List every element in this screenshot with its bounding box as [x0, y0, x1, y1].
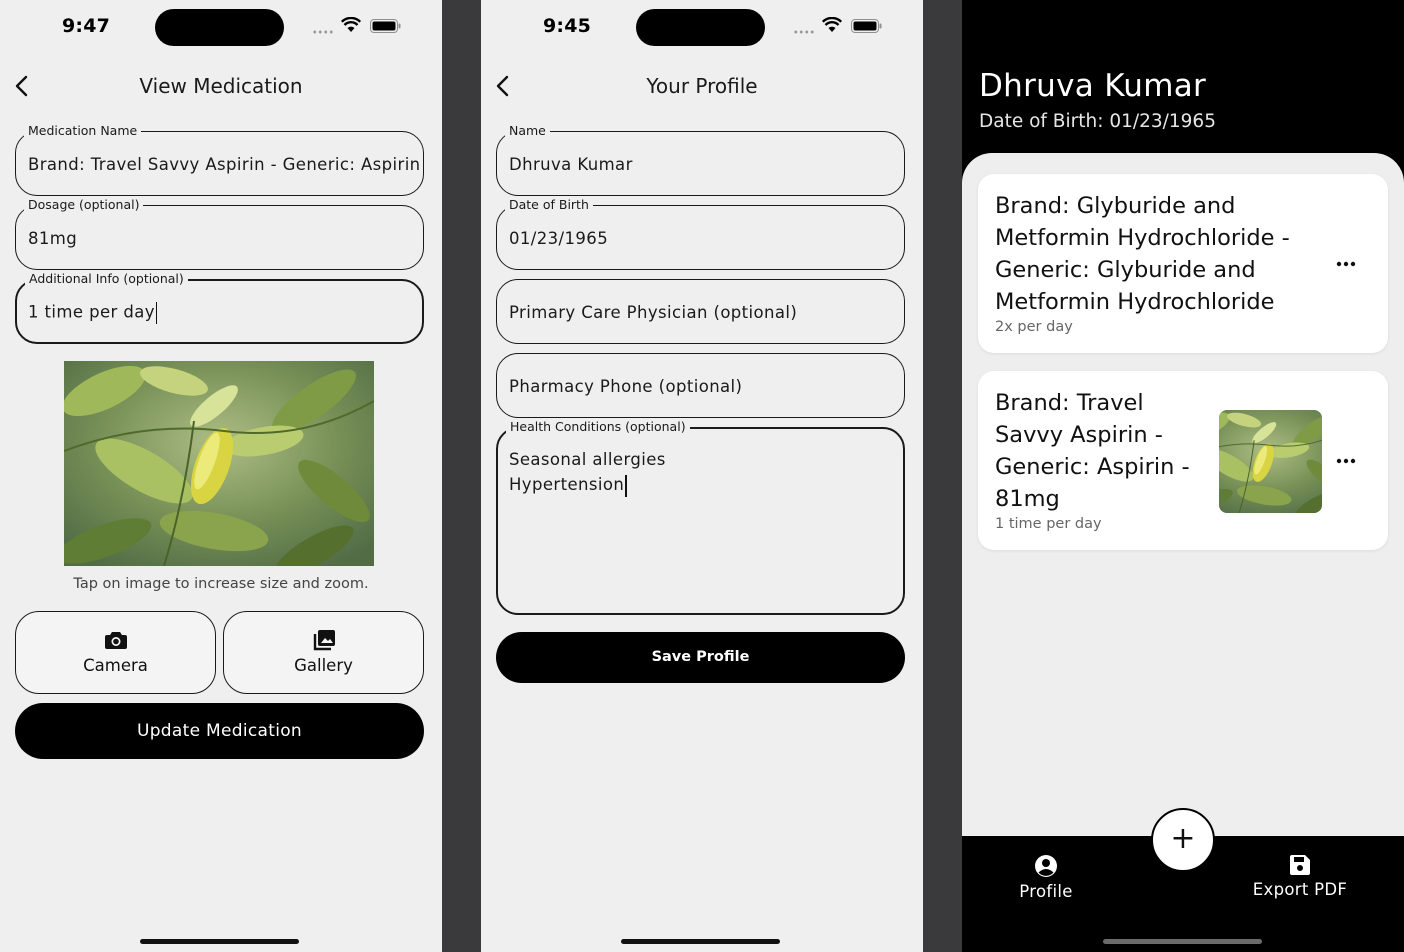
- medication-name-label: Medication Name: [24, 123, 142, 139]
- title-line: Brand: Glyburide and: [995, 193, 1236, 219]
- title-line: Brand: Travel: [995, 390, 1144, 416]
- medication-card[interactable]: Brand: Glyburide and Metformin Hydrochlo…: [978, 174, 1388, 353]
- dob-field[interactable]: Date of Birth 01/23/1965: [496, 197, 905, 270]
- medication-name-value: Brand: Travel Savvy Aspirin - Generic: A…: [28, 155, 421, 174]
- medication-frequency: 1 time per day: [995, 516, 1102, 532]
- medication-card-title: Brand: Travel Savvy Aspirin - Generic: A…: [995, 387, 1190, 515]
- health-conditions-label: Health Conditions (optional): [506, 419, 690, 435]
- camera-icon: [105, 632, 127, 649]
- wifi-icon: [341, 17, 361, 32]
- status-bar: 9:45: [481, 0, 923, 54]
- additional-info-field[interactable]: Additional Info (optional) 1 time per da…: [15, 271, 424, 344]
- profile-screen: 9:45 Your Profile Name Dhruva Kumar Date…: [481, 0, 923, 952]
- dosage-label: Dosage (optional): [24, 197, 144, 213]
- text-caret: [625, 474, 627, 497]
- title-line: Generic: Aspirin -: [995, 454, 1190, 480]
- tab-export-label: Export PDF: [1252, 880, 1348, 899]
- camera-label: Camera: [83, 656, 148, 675]
- title-line: Savvy Aspirin -: [995, 422, 1163, 448]
- title-line: Metformin Hydrochloride: [995, 289, 1275, 315]
- dosage-field[interactable]: Dosage (optional) 81mg: [15, 197, 424, 270]
- battery-icon: [851, 19, 882, 33]
- health-condition-line: Hypertension: [509, 475, 625, 494]
- health-conditions-field[interactable]: Health Conditions (optional) Seasonal al…: [496, 419, 905, 615]
- leaf-photo-image: [64, 361, 374, 566]
- health-conditions-value: Seasonal allergies Hypertension: [509, 447, 666, 497]
- account-circle-icon: [1035, 855, 1057, 877]
- health-condition-line-wrap: Hypertension: [509, 472, 666, 497]
- medication-frequency: 2x per day: [995, 319, 1073, 335]
- tab-export-pdf[interactable]: Export PDF: [1230, 854, 1370, 899]
- update-medication-button[interactable]: Update Medication: [15, 703, 424, 759]
- dob-value: 01/23/1965: [509, 229, 609, 248]
- pharmacy-phone-field[interactable]: Pharmacy Phone (optional): [496, 353, 905, 418]
- text-caret: [155, 302, 158, 324]
- page-title: Your Profile: [646, 74, 758, 98]
- status-bar: 9:47: [0, 0, 442, 54]
- pharmacy-phone-placeholder: Pharmacy Phone (optional): [509, 377, 743, 396]
- home-indicator: [140, 939, 299, 944]
- view-medication-screen: 9:47 View Medication Medication Name Bra…: [0, 0, 442, 952]
- home-indicator: [1103, 939, 1262, 944]
- additional-info-label: Additional Info (optional): [25, 271, 188, 287]
- medication-list-screen: Dhruva Kumar Date of Birth: 01/23/1965 B…: [962, 0, 1404, 952]
- name-label: Name: [505, 123, 550, 139]
- save-icon: [1290, 855, 1310, 875]
- gallery-icon: [313, 630, 335, 651]
- wifi-icon: [822, 17, 842, 32]
- dynamic-island: [636, 9, 765, 46]
- gallery-label: Gallery: [294, 656, 353, 675]
- battery-icon: [370, 19, 401, 33]
- medication-name-field[interactable]: Medication Name Brand: Travel Savvy Aspi…: [15, 123, 424, 196]
- medication-card-title: Brand: Glyburide and Metformin Hydrochlo…: [995, 190, 1290, 318]
- medication-photo[interactable]: [64, 361, 374, 566]
- status-time: 9:45: [543, 15, 592, 37]
- add-medication-button[interactable]: +: [1151, 808, 1215, 872]
- image-hint-text: Tap on image to increase size and zoom.: [73, 576, 369, 592]
- save-profile-button[interactable]: Save Profile: [496, 632, 905, 683]
- tab-profile-label: Profile: [1019, 882, 1073, 901]
- title-line: Metformin Hydrochloride -: [995, 225, 1290, 251]
- status-time: 9:47: [62, 15, 111, 37]
- tab-profile[interactable]: Profile: [976, 854, 1116, 901]
- gallery-button[interactable]: Gallery: [223, 611, 424, 694]
- additional-info-value-wrap: 1 time per day: [28, 302, 158, 324]
- leaf-photo-image: [1219, 410, 1322, 513]
- nav-bar: View Medication: [0, 66, 442, 106]
- home-indicator: [621, 939, 780, 944]
- dosage-value: 81mg: [28, 229, 78, 248]
- page-title: View Medication: [139, 74, 303, 98]
- more-options-icon[interactable]: [1336, 261, 1356, 267]
- more-options-icon[interactable]: [1336, 458, 1356, 464]
- signal-icon: [793, 30, 815, 34]
- profile-name: Dhruva Kumar: [979, 68, 1207, 104]
- title-line: 81mg: [995, 486, 1060, 512]
- additional-info-value: 1 time per day: [28, 302, 155, 322]
- dob-label: Date of Birth: [505, 197, 593, 213]
- camera-button[interactable]: Camera: [15, 611, 216, 694]
- pcp-field[interactable]: Primary Care Physician (optional): [496, 279, 905, 344]
- name-field[interactable]: Name Dhruva Kumar: [496, 123, 905, 196]
- pcp-placeholder: Primary Care Physician (optional): [509, 303, 798, 322]
- dynamic-island: [155, 9, 284, 46]
- medication-card[interactable]: Brand: Travel Savvy Aspirin - Generic: A…: [978, 371, 1388, 550]
- name-value: Dhruva Kumar: [509, 155, 633, 174]
- signal-icon: [312, 30, 334, 34]
- profile-dob: Date of Birth: 01/23/1965: [979, 111, 1216, 132]
- medication-thumbnail[interactable]: [1219, 410, 1322, 513]
- health-condition-line: Seasonal allergies: [509, 450, 666, 469]
- nav-bar: Your Profile: [481, 66, 923, 106]
- medication-list: Brand: Glyburide and Metformin Hydrochlo…: [962, 153, 1404, 853]
- title-line: Generic: Glyburide and: [995, 257, 1256, 283]
